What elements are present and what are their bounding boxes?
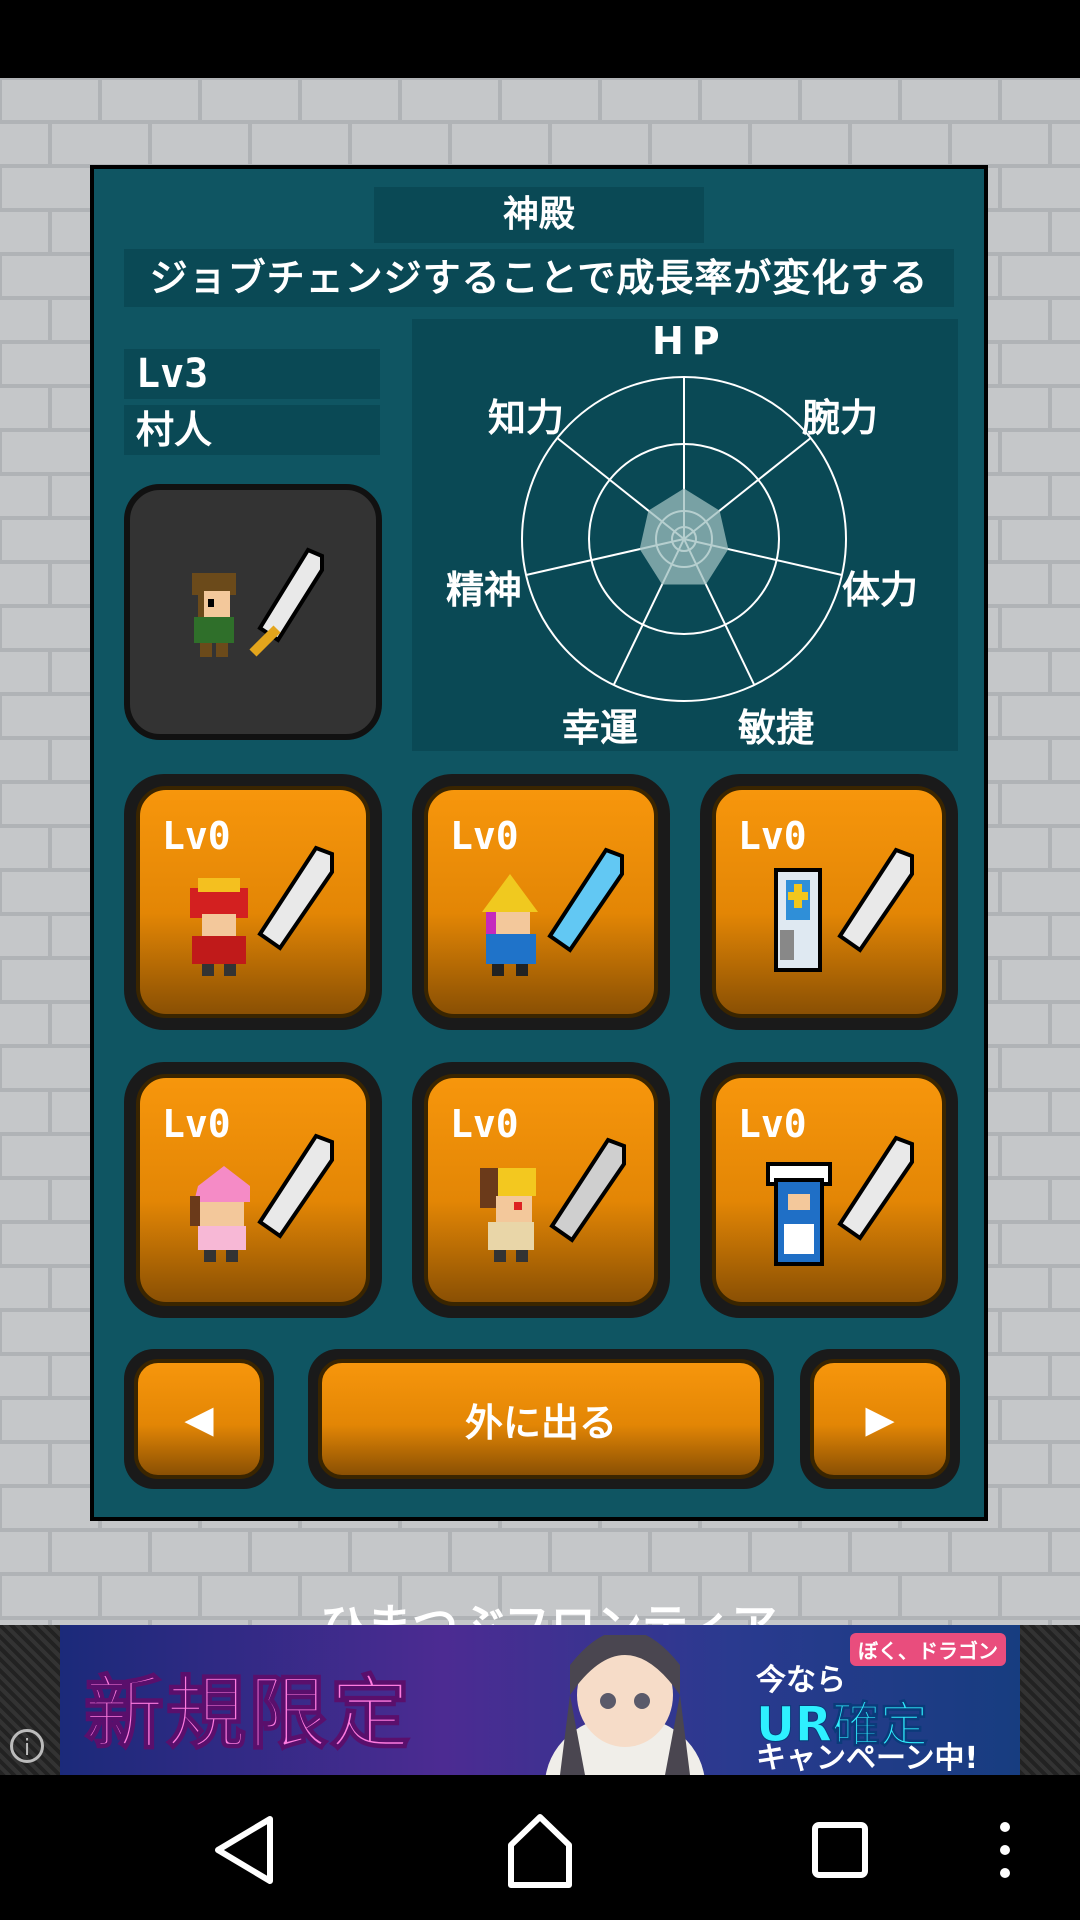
recents-icon[interactable] xyxy=(795,1805,885,1895)
stat-label-stamina: 体力 xyxy=(842,568,919,612)
ad-badge: ぼく、ドラゴン xyxy=(850,1633,1006,1666)
ad-content[interactable]: 新規限定 ぼく、ドラゴン 今なら UR確定 キャンペーン中! xyxy=(60,1625,1020,1775)
home-icon[interactable] xyxy=(495,1805,585,1895)
pink-girl-icon xyxy=(190,1133,334,1262)
ad-line3: キャンペーン中! xyxy=(756,1741,979,1775)
blonde-fighter-icon xyxy=(480,1137,626,1262)
prev-button[interactable]: ◀ xyxy=(124,1349,274,1489)
stat-label-strength: 腕力 xyxy=(802,396,879,440)
stat-radar-chart: HP 腕力 体力 敏捷 幸運 精神 知力 xyxy=(412,319,958,751)
ad-banner[interactable]: 新規限定 ぼく、ドラゴン 今なら UR確定 キャンペーン中! i xyxy=(0,1625,1080,1775)
back-icon[interactable] xyxy=(200,1805,290,1895)
job-card-5[interactable]: Lv0 xyxy=(412,1062,670,1318)
more-options-icon[interactable] xyxy=(975,1805,1035,1895)
exit-button-label: 外に出る xyxy=(464,1400,617,1445)
character-job: 村人 xyxy=(124,405,380,455)
black-mage-icon xyxy=(482,847,624,976)
job-card-2[interactable]: Lv0 xyxy=(412,774,670,1030)
radar-stat-area xyxy=(639,488,729,585)
villager-sprite-icon xyxy=(192,547,324,657)
ad-side-right xyxy=(1020,1625,1080,1775)
stat-label-intelligence: 知力 xyxy=(488,396,565,440)
blue-knight-icon xyxy=(766,1135,914,1266)
red-warrior-icon xyxy=(190,845,334,976)
stat-label-spirit: 精神 xyxy=(446,568,523,612)
ad-headline: 新規限定 xyxy=(83,1666,412,1761)
exit-button[interactable]: 外に出る xyxy=(308,1349,774,1489)
priest-icon xyxy=(774,847,914,972)
job-card-1[interactable]: Lv0 xyxy=(124,774,382,1030)
job-card-6[interactable]: Lv0 xyxy=(700,1062,958,1318)
character-portrait xyxy=(124,484,382,740)
stat-label-agility: 敏捷 xyxy=(738,706,815,750)
prev-arrow-icon: ◀ xyxy=(184,1397,214,1441)
job-card-3[interactable]: Lv0 xyxy=(700,774,958,1030)
job-card-4[interactable]: Lv0 xyxy=(124,1062,382,1318)
info-icon[interactable]: i xyxy=(10,1729,44,1763)
temple-panel: 神殿 ジョブチェンジすることで成長率が変化する Lv3 村人 HP 腕力 体力 … xyxy=(90,165,988,1521)
ad-character-image xyxy=(545,1635,705,1775)
next-arrow-icon: ▶ xyxy=(865,1397,895,1441)
android-nav-bar xyxy=(0,1775,1080,1920)
status-bar xyxy=(0,0,1080,78)
character-level: Lv3 xyxy=(124,349,380,399)
stat-label-luck: 幸運 xyxy=(562,706,639,750)
page-title: 神殿 xyxy=(374,187,704,243)
stat-label-hp: HP xyxy=(652,319,728,363)
next-button[interactable]: ▶ xyxy=(800,1349,960,1489)
page-subtitle: ジョブチェンジすることで成長率が変化する xyxy=(124,249,954,307)
ad-offer: ぼく、ドラゴン 今なら UR確定 キャンペーン中! xyxy=(750,1633,1010,1775)
